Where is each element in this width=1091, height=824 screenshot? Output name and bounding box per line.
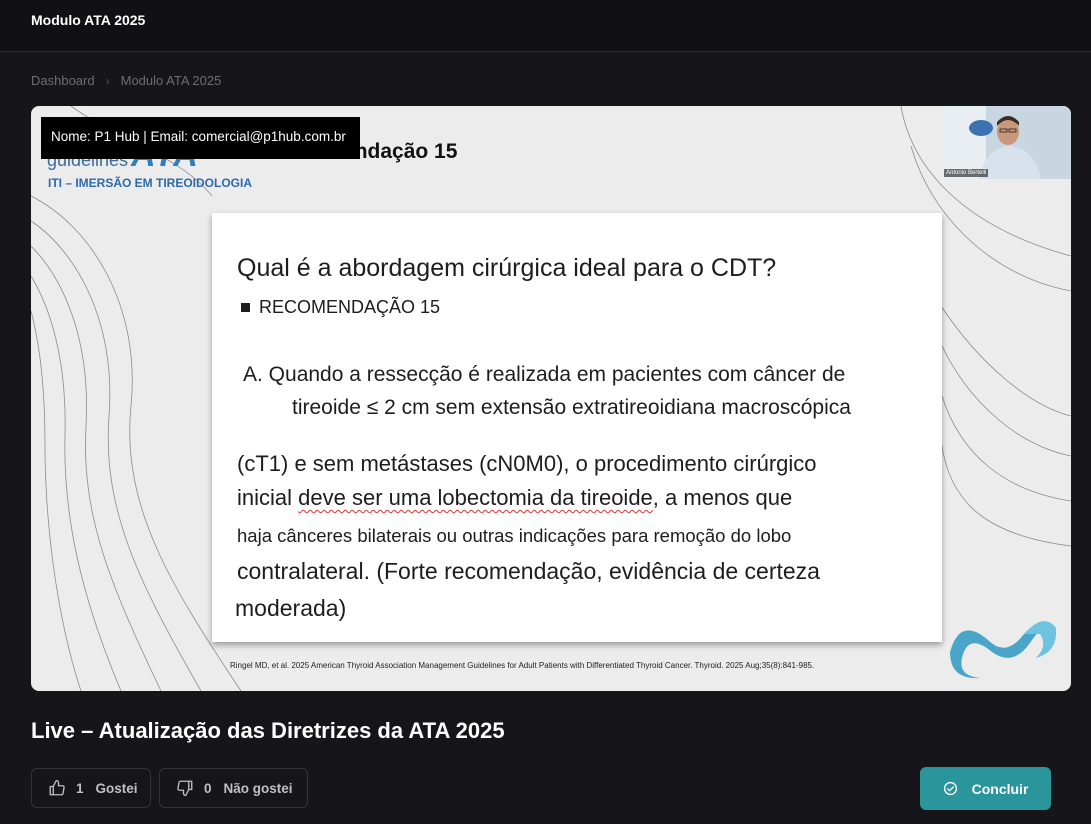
app-title: Modulo ATA 2025: [31, 12, 146, 28]
slide-content-card: Qual é a abordagem cirúrgica ideal para …: [212, 213, 942, 642]
slide-line-4-highlight: deve ser uma lobectomia da tireoide: [298, 485, 653, 510]
breadcrumb-separator-icon: ›: [105, 73, 110, 88]
slide-line-2: tireoide ≤ 2 cm sem extensão extratireoi…: [292, 396, 851, 419]
like-count: 1: [76, 780, 84, 796]
logo-subtitle: ITI – IMERSÃO EM TIREOIDOLOGIA: [48, 176, 253, 190]
thumbs-up-icon: [49, 779, 65, 796]
infinity-logo-icon: [950, 621, 1057, 679]
lesson-title: Live – Atualização das Diretrizes da ATA…: [31, 718, 505, 743]
slide-line-6: contralateral. (Forte recomendação, evid…: [237, 558, 820, 584]
slide-citation: Ringel MD, et al. 2025 American Thyroid …: [230, 661, 815, 670]
speaker-webcam: Antonio Bertelli: [941, 106, 1071, 179]
conclude-label: Concluir: [971, 780, 1029, 797]
like-label: Gostei: [95, 780, 138, 796]
dislike-button[interactable]: 0 Não gostei: [159, 768, 308, 808]
slide-question: Qual é a abordagem cirúrgica ideal para …: [237, 254, 777, 282]
slide-line-3: (cT1) e sem metástases (cN0M0), o proced…: [237, 451, 817, 476]
check-circle-icon: [943, 781, 957, 796]
slide-line-4-pre: inicial: [237, 485, 299, 510]
slide-line-1: A. Quando a ressecção é realizada em pac…: [243, 363, 846, 386]
slide-line-4-post: , a menos que: [652, 485, 793, 510]
user-watermark: Nome: P1 Hub | Email: comercial@p1hub.co…: [41, 117, 360, 159]
breadcrumb-current: Modulo ATA 2025: [120, 73, 222, 88]
top-bar: Modulo ATA 2025: [0, 0, 1091, 52]
conclude-button[interactable]: Concluir: [920, 767, 1051, 810]
speaker-name: Antonio Bertelli: [944, 169, 989, 177]
slide-line-7: moderada): [235, 595, 347, 621]
dislike-label: Não gostei: [223, 780, 293, 796]
slide-line-5: haja cânceres bilaterais ou outras indic…: [237, 525, 792, 546]
like-button[interactable]: 1 Gostei: [31, 768, 151, 808]
recommendation-label: RECOMENDAÇÃO 15: [241, 297, 440, 318]
video-player[interactable]: guidelines ATA ITI – IMERSÃO EM TIREOIDO…: [31, 106, 1071, 691]
breadcrumb-dashboard[interactable]: Dashboard: [31, 73, 95, 88]
recommendation-text: RECOMENDAÇÃO 15: [259, 297, 441, 317]
square-bullet-icon: [241, 303, 250, 312]
slide-line-4: inicial deve ser uma lobectomia da tireo…: [237, 485, 792, 511]
thumbs-down-icon: [177, 780, 193, 797]
dislike-count: 0: [204, 780, 212, 796]
breadcrumb: Dashboard › Modulo ATA 2025: [31, 73, 221, 88]
